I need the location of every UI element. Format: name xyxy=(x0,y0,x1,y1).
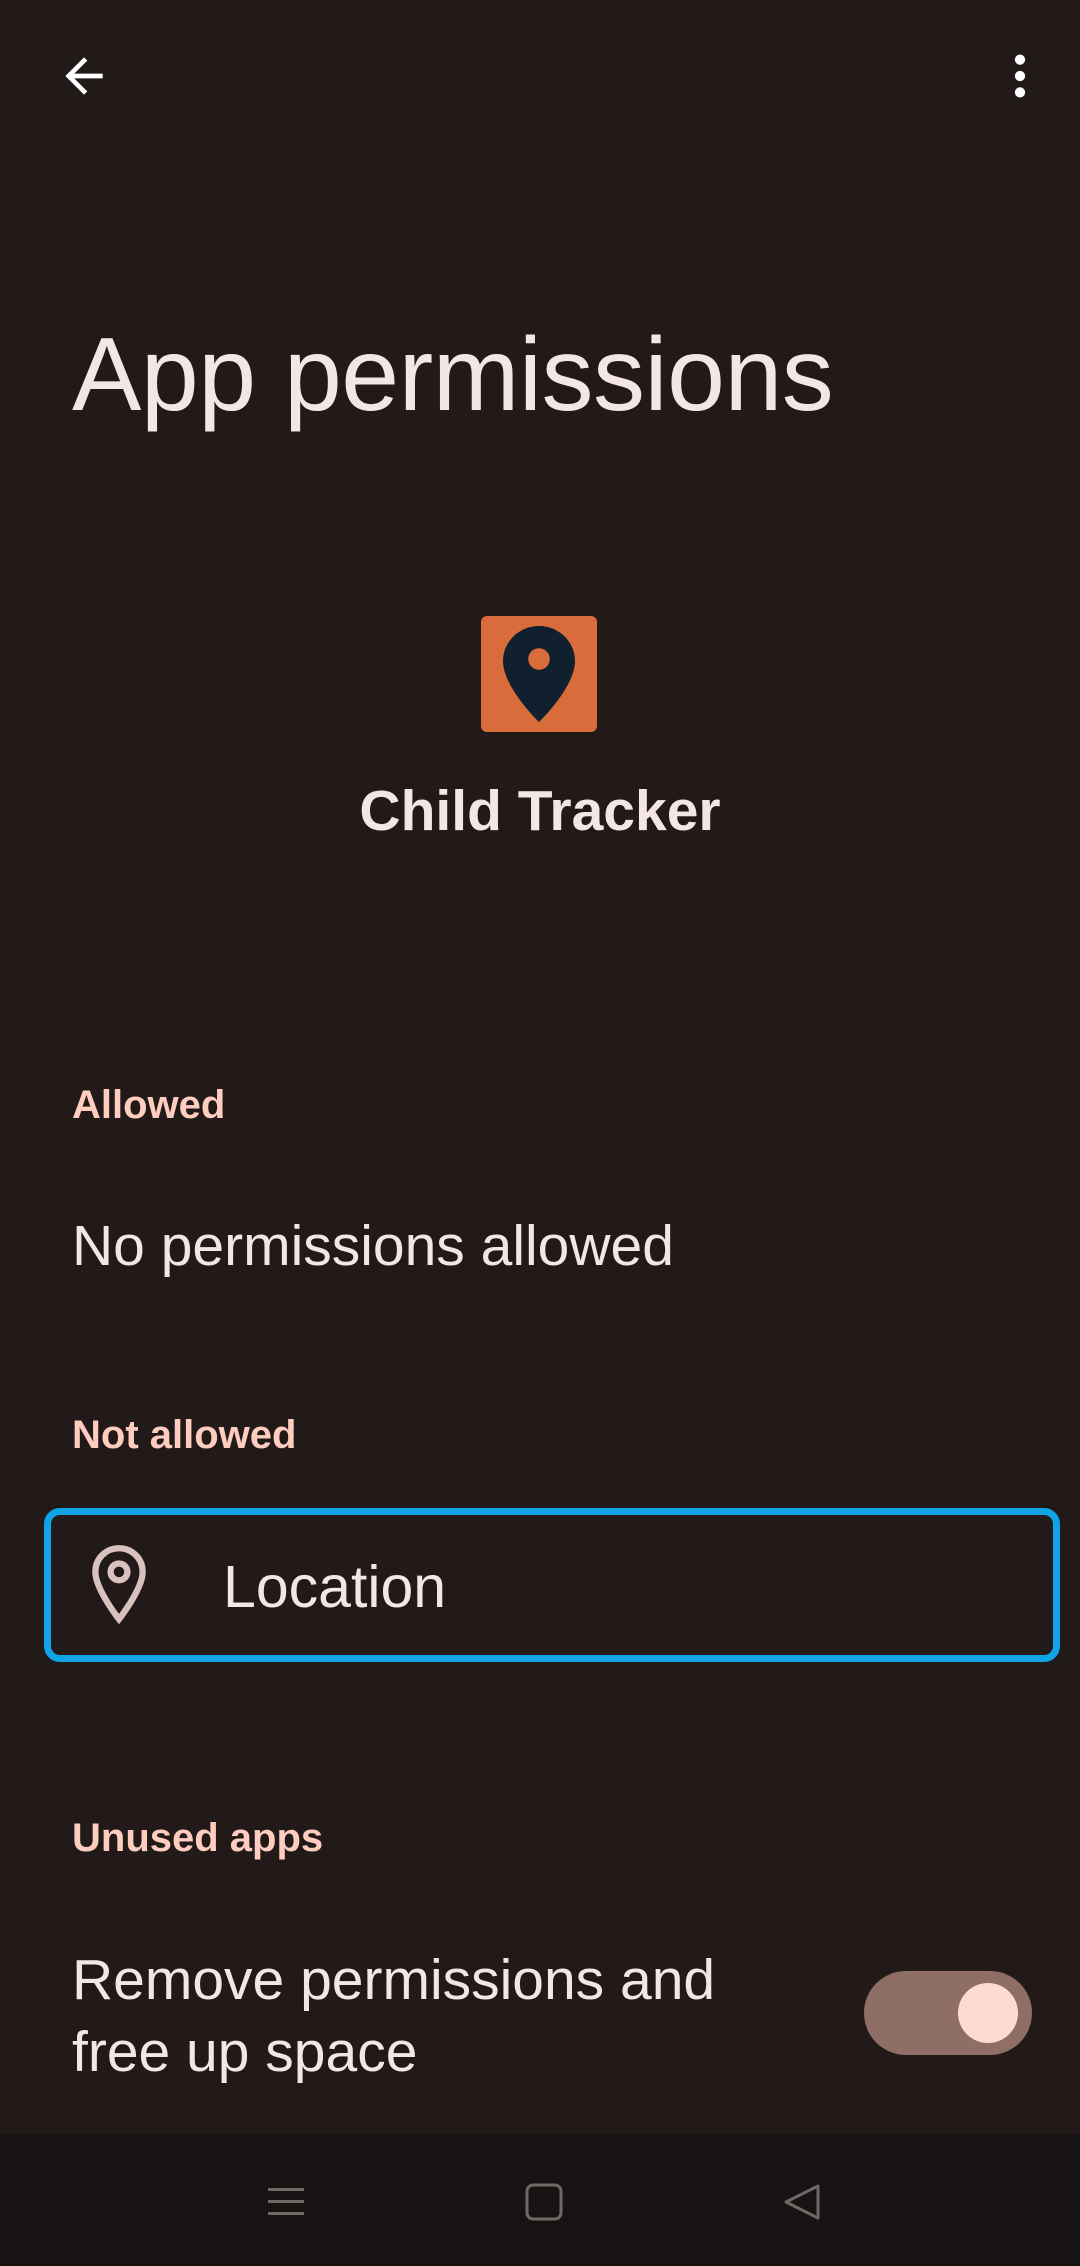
no-permissions-text: No permissions allowed xyxy=(72,1214,674,1278)
arrow-back-icon xyxy=(65,57,103,95)
back-triangle-icon xyxy=(784,2184,820,2220)
app-name: Child Tracker xyxy=(359,779,721,843)
location-outline-icon xyxy=(92,1545,146,1625)
menu-icon xyxy=(268,2188,304,2215)
app-icon xyxy=(481,616,597,732)
system-navigation-bar xyxy=(0,2134,1080,2266)
remove-permissions-toggle[interactable] xyxy=(864,1971,1032,2055)
permission-label-location: Location xyxy=(223,1554,447,1620)
setting-label-line1: Remove permissions and xyxy=(72,1948,716,2012)
back-button[interactable] xyxy=(38,30,130,122)
section-header-allowed: Allowed xyxy=(72,1083,226,1127)
more-vert-icon xyxy=(1014,54,1026,98)
nav-back-button[interactable] xyxy=(762,2162,842,2242)
nav-home-button[interactable] xyxy=(504,2162,584,2242)
app-permissions-screen: App permissions Child Tracker Allowed No… xyxy=(0,0,1080,2266)
permission-item-location[interactable]: Location xyxy=(44,1508,1060,1662)
page-title: App permissions xyxy=(72,317,834,433)
location-pin-icon xyxy=(503,626,575,722)
more-options-button[interactable] xyxy=(974,30,1066,122)
remove-permissions-setting-label[interactable]: Remove permissions and free up space xyxy=(72,1944,792,2088)
setting-label-line2: free up space xyxy=(72,2020,418,2084)
section-header-unused-apps: Unused apps xyxy=(72,1816,324,1860)
toggle-knob xyxy=(958,1983,1018,2043)
section-header-not-allowed: Not allowed xyxy=(72,1413,297,1457)
home-square-icon xyxy=(525,2183,563,2221)
nav-recents-button[interactable] xyxy=(246,2162,326,2242)
